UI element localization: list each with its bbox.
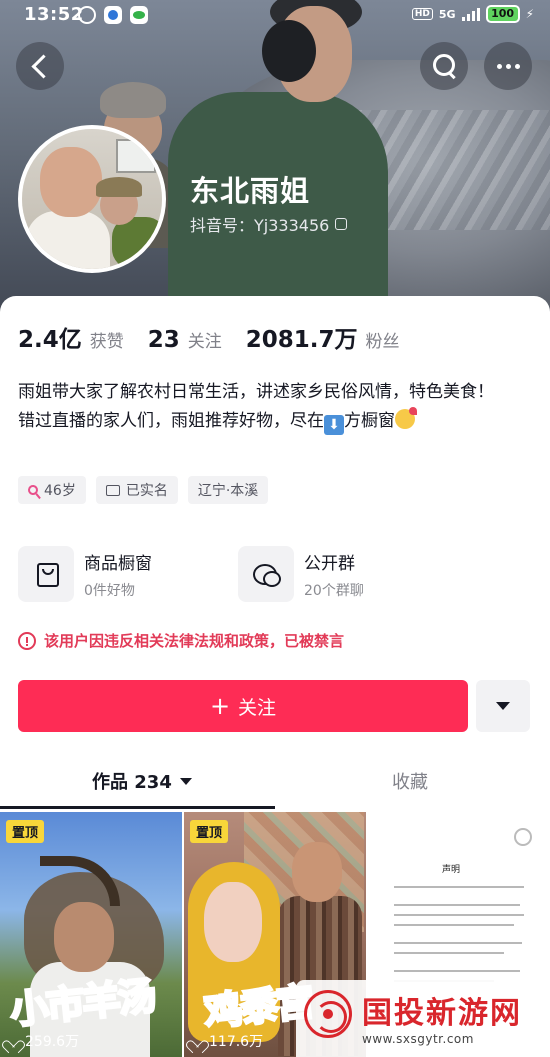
document-line: [394, 886, 524, 888]
stat-value: 2.4亿: [18, 327, 82, 353]
status-bar: 13:52 HD 5G 100 ⚡: [0, 0, 550, 30]
select-circle-icon: [514, 828, 532, 846]
tab-favorites[interactable]: 收藏: [392, 768, 428, 794]
stat-likes: 2.4亿 获赞: [18, 320, 124, 354]
service-shop-window[interactable]: 商品橱窗 0件好物: [18, 546, 212, 602]
tab-indicator: [0, 806, 275, 809]
thumbnail-detail: [40, 856, 120, 906]
stat-value: 2081.7万: [245, 327, 358, 353]
follow-button[interactable]: + 关注: [18, 680, 468, 732]
copy-icon[interactable]: [335, 218, 348, 230]
search-button[interactable]: [420, 42, 468, 90]
service-text: 公开群 20个群聊: [304, 549, 364, 600]
service-title: 公开群: [304, 553, 355, 574]
status-right: HD 5G 100 ⚡: [411, 5, 534, 23]
alarm-icon: [78, 6, 96, 24]
tab-favorites-label: 收藏: [392, 772, 428, 793]
more-button[interactable]: [484, 42, 532, 90]
watermark-logo-icon: [304, 990, 352, 1038]
document-title: 声明: [442, 865, 461, 875]
bio-text: 错过直播的家人们，雨姐推荐好物，尽在: [18, 411, 324, 431]
views-count: 259.6万: [25, 1034, 80, 1050]
watermark-name: 国投新游网: [362, 996, 522, 1031]
douyin-id[interactable]: 抖音号：Yj333456: [190, 212, 348, 236]
service-subtitle: 0件好物: [84, 582, 135, 599]
hd-badge: HD: [411, 8, 433, 20]
avatar[interactable]: [18, 125, 166, 273]
service-public-group[interactable]: 公开群 20个群聊: [238, 546, 432, 602]
warning-text: 该用户因违反相关法律法规和政策，已被禁言: [44, 632, 345, 650]
stat-value: 23: [147, 327, 180, 353]
down-arrow-emoji-icon: ⬇: [324, 415, 344, 435]
status-time: 13:52: [24, 4, 84, 25]
video-views: 117.6万: [190, 1031, 263, 1051]
charging-icon: ⚡: [525, 7, 534, 21]
ban-warning: 该用户因违反相关法律法规和政策，已被禁言: [18, 630, 344, 651]
thumbnail-detail: [292, 842, 342, 902]
document-line: [394, 924, 514, 926]
content-tabs: 作品 234 收藏: [0, 758, 550, 809]
service-text: 商品橱窗 0件好物: [84, 549, 152, 600]
tag-location-text: 辽宁·本溪: [197, 483, 259, 499]
tag-age-text: 46岁: [44, 483, 76, 499]
douyin-id-text: 抖音号：Yj333456: [190, 216, 330, 235]
document-line: [394, 942, 522, 944]
tab-works[interactable]: 作品 234: [92, 768, 192, 794]
tab-works-label: 作品 234: [92, 772, 172, 793]
caret-down-icon: [179, 777, 192, 785]
document-line: [394, 904, 520, 906]
warning-icon: [18, 631, 36, 650]
banner-person-main: [158, 0, 388, 322]
document-line: [394, 914, 524, 916]
profile-bio: 雨姐带大家了解农村日常生活，讲述家乡民俗风情，特色美食！ 错过直播的家人们，雨姐…: [18, 378, 532, 436]
stat-label: 关注: [187, 332, 222, 352]
bio-text-end: 方橱窗: [344, 411, 395, 431]
kiss-emoji-icon: [395, 407, 417, 429]
document-line: [394, 970, 520, 972]
signal-icon: [461, 7, 480, 21]
female-icon: [25, 482, 41, 498]
stat-label: 获赞: [89, 332, 124, 352]
site-watermark: 国投新游网 www.sxsgytr.com: [296, 980, 550, 1057]
tag-verified-text: 已实名: [125, 483, 168, 499]
video-tile[interactable]: 置顶 小市羊汤 259.6万: [0, 812, 182, 1057]
heart-icon: [190, 1035, 204, 1048]
video-views: 259.6万: [6, 1031, 79, 1051]
profile-nickname: 东北雨姐: [190, 174, 311, 208]
profile-stats: 2.4亿 获赞 23 关注 2081.7万 粉丝: [18, 320, 414, 354]
network-type: 5G: [438, 7, 456, 21]
back-button[interactable]: [16, 42, 64, 90]
stat-following[interactable]: 23 关注: [148, 327, 222, 353]
document-line: [394, 952, 504, 954]
service-title: 商品橱窗: [84, 553, 152, 574]
id-card-icon: [105, 484, 120, 496]
heart-icon: [6, 1035, 20, 1048]
app-notification-icon: [104, 6, 122, 24]
bio-line-2: 错过直播的家人们，雨姐推荐好物，尽在 ⬇ 方橱窗: [18, 407, 532, 436]
thumbnail-detail: [204, 882, 262, 962]
stat-label: 粉丝: [365, 332, 400, 352]
group-chat-icon: [238, 546, 294, 602]
thumbnail-detail: [54, 902, 114, 972]
views-count: 117.6万: [209, 1034, 264, 1050]
service-subtitle: 20个群聊: [304, 582, 364, 599]
battery-icon: 100: [485, 5, 520, 23]
watermark-url: www.sxsgytr.com: [362, 1032, 474, 1046]
wechat-icon: [130, 6, 148, 24]
tag-age: 46岁: [18, 476, 86, 504]
follow-label: 关注: [238, 696, 277, 719]
stat-followers[interactable]: 2081.7万 粉丝: [246, 320, 400, 354]
profile-services: 商品橱窗 0件好物 公开群 20个群聊: [18, 546, 432, 602]
profile-tags: 46岁 已实名 辽宁·本溪: [18, 476, 269, 504]
profile-card: 2.4亿 获赞 23 关注 2081.7万 粉丝 雨姐带大家了解农村日常生活，讲…: [0, 296, 550, 1057]
tag-verified: 已实名: [95, 476, 178, 504]
pinned-badge: 置顶: [6, 820, 45, 843]
shopping-bag-icon: [18, 546, 74, 602]
follow-dropdown-button[interactable]: [476, 680, 530, 732]
tag-location: 辽宁·本溪: [187, 476, 269, 504]
bio-line-1: 雨姐带大家了解农村日常生活，讲述家乡民俗风情，特色美食！: [18, 382, 494, 402]
plus-icon: +: [209, 692, 231, 720]
pinned-badge: 置顶: [190, 820, 229, 843]
